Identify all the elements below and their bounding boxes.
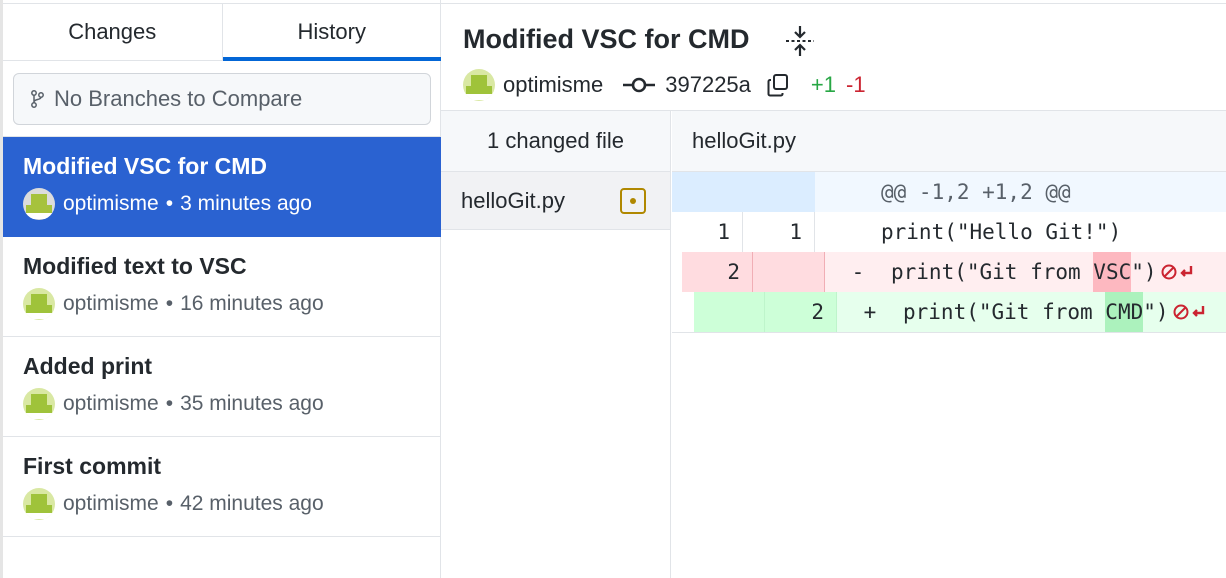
commit-title: Modified text to VSC: [23, 253, 247, 279]
new-line-number: 2: [765, 292, 837, 332]
branch-compare-input[interactable]: No Branches to Compare: [13, 73, 431, 125]
avatar: [23, 488, 55, 520]
file-name: helloGit.py: [461, 187, 565, 213]
hunk-label: @@ -1,2 +1,2 @@: [881, 180, 1071, 204]
file-modified-icon: [620, 188, 646, 214]
code-text: print("Hello Git!"): [881, 212, 1121, 252]
avatar: [23, 388, 55, 420]
commit-list-item[interactable]: Modified VSC for CMD optimisme • 3 minut…: [3, 137, 441, 237]
commit-title: First commit: [23, 453, 162, 479]
commit-list-item[interactable]: Modified text to VSC optimisme • 16 minu…: [3, 237, 441, 337]
commit-time: 42 minutes ago: [180, 492, 324, 515]
commit-title: Modified VSC for CMD: [23, 153, 268, 179]
avatar: [23, 288, 55, 320]
diff-marker: [815, 212, 881, 252]
hunk-text: @@ -1,2 +1,2 @@: [815, 172, 1071, 212]
diff-marker: -: [851, 260, 865, 284]
meta-separator: •: [165, 192, 174, 215]
code-text: print("Git from VSC "): [891, 252, 1195, 292]
changed-files-pane: 1 changed file helloGit.py: [441, 111, 671, 578]
meta-separator: •: [165, 292, 174, 315]
code-highlight: CMD: [1105, 292, 1144, 332]
no-newline-icon: [1173, 303, 1207, 321]
meta-separator: •: [165, 492, 174, 515]
code-text: print("Git from CMD "): [903, 292, 1207, 332]
diff-line-deleted[interactable]: 2 - print("Git from VSC "): [682, 252, 1226, 292]
git-branch-icon: [31, 90, 44, 108]
commit-meta: optimisme • 42 minutes ago: [23, 488, 324, 520]
file-list-item[interactable]: helloGit.py: [441, 172, 670, 230]
avatar: [463, 69, 495, 101]
new-line-number: [743, 172, 815, 212]
meta-separator: •: [165, 392, 174, 415]
avatar: [23, 188, 55, 220]
commit-meta-row: optimisme 397225a +1 -1: [463, 68, 866, 102]
commit-author: optimisme: [503, 72, 604, 97]
commit-time: 16 minutes ago: [180, 292, 324, 315]
diff-view: helloGit.py @@ -1,2 +1,2 @@ 1 1 print("H…: [672, 111, 1226, 578]
commit-author: optimisme: [63, 492, 159, 515]
tab-bar: Changes History: [3, 3, 441, 61]
diff-marker: +: [863, 300, 877, 324]
commit-title: Added print: [23, 353, 153, 379]
old-line-number: 2: [682, 252, 753, 292]
code-segment: print("Git from: [903, 300, 1106, 324]
code-highlight: VSC: [1093, 252, 1132, 292]
commit-time: 35 minutes ago: [180, 392, 324, 415]
sidebar: Changes History No Branches to Compare M…: [0, 0, 441, 578]
commit-list-item[interactable]: Added print optimisme • 35 minutes ago: [3, 337, 441, 437]
commit-summary: Modified VSC for CMD: [463, 24, 750, 54]
commit-meta: optimisme • 35 minutes ago: [23, 388, 324, 420]
commit-list-item[interactable]: First commit optimisme • 42 minutes ago: [3, 437, 441, 537]
new-line-number: 1: [743, 212, 815, 252]
no-newline-icon: [1161, 263, 1195, 281]
old-line-number: [672, 172, 743, 212]
copy-icon[interactable]: [767, 73, 789, 97]
changed-files-header: 1 changed file: [441, 111, 670, 172]
commit-detail: Modified VSC for CMD optimisme 397225a +…: [441, 0, 1226, 578]
commit-sha: 397225a: [665, 72, 751, 97]
old-line-number: 1: [672, 212, 743, 252]
code-segment: "): [1131, 260, 1157, 284]
expand-icon[interactable]: [785, 24, 815, 58]
commit-author: optimisme: [63, 192, 159, 215]
code-segment: "): [1143, 300, 1169, 324]
new-line-number: [753, 252, 825, 292]
divider: [441, 3, 1226, 4]
additions-count: +1: [810, 72, 836, 97]
old-line-number: [694, 292, 765, 332]
diff-hunk-header: @@ -1,2 +1,2 @@: [672, 172, 1226, 212]
commit-time: 3 minutes ago: [180, 192, 312, 215]
diff-line[interactable]: 1 1 print("Hello Git!"): [672, 212, 1226, 252]
code-segment: print("Hello Git!"): [881, 220, 1122, 244]
branch-compare-placeholder: No Branches to Compare: [54, 86, 303, 111]
deletions-count: -1: [846, 72, 866, 97]
git-commit-icon: [623, 77, 656, 93]
code-segment: print("Git from: [891, 260, 1094, 284]
commit-meta: optimisme • 16 minutes ago: [23, 288, 324, 320]
diff-file-header: helloGit.py: [672, 111, 1226, 172]
commit-meta: optimisme • 3 minutes ago: [23, 188, 312, 220]
tab-history[interactable]: History: [222, 4, 441, 61]
tab-changes[interactable]: Changes: [3, 4, 223, 61]
branch-compare-area: No Branches to Compare: [3, 61, 441, 137]
diff-line-added[interactable]: 2 + print("Git from CMD "): [694, 292, 1226, 332]
commit-author: optimisme: [63, 292, 159, 315]
commit-author: optimisme: [63, 392, 159, 415]
divider: [672, 332, 1226, 333]
